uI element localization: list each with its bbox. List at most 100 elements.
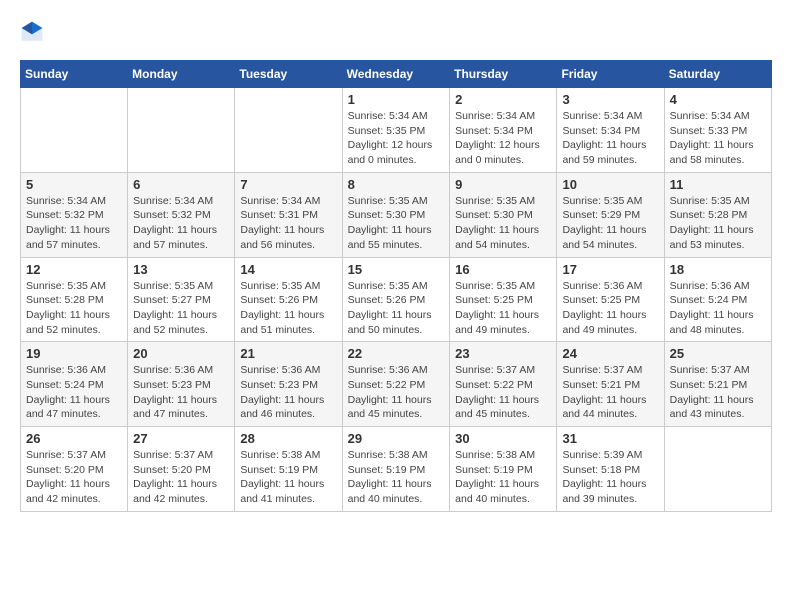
calendar-week-5: 26 Sunrise: 5:37 AMSunset: 5:20 PMDayligh…	[21, 427, 772, 512]
calendar-cell: 25 Sunrise: 5:37 AMSunset: 5:21 PMDayligh…	[664, 342, 771, 427]
day-info: Sunrise: 5:37 AMSunset: 5:22 PMDaylight:…	[455, 363, 551, 422]
calendar-cell: 4Sunrise: 5:34 AMSunset: 5:33 PMDaylight…	[664, 88, 771, 173]
day-info: Sunrise: 5:34 AMSunset: 5:35 PMDaylight:…	[348, 109, 445, 168]
calendar-cell: 6 Sunrise: 5:34 AMSunset: 5:32 PMDaylight…	[128, 172, 235, 257]
day-header-sunday: Sunday	[21, 61, 128, 88]
calendar-cell: 5Sunrise: 5:34 AMSunset: 5:32 PMDaylight…	[21, 172, 128, 257]
calendar-week-4: 19Sunrise: 5:36 AMSunset: 5:24 PMDayligh…	[21, 342, 772, 427]
day-number: 16	[455, 262, 551, 277]
days-header-row: SundayMondayTuesdayWednesdayThursdayFrid…	[21, 61, 772, 88]
day-number: 1	[348, 92, 445, 107]
calendar-table: SundayMondayTuesdayWednesdayThursdayFrid…	[20, 60, 772, 512]
day-number: 11	[670, 177, 766, 192]
day-info: Sunrise: 5:36 AMSunset: 5:23 PMDaylight:…	[240, 363, 336, 422]
calendar-cell: 19Sunrise: 5:36 AMSunset: 5:24 PMDayligh…	[21, 342, 128, 427]
day-info: Sunrise: 5:34 AMSunset: 5:31 PMDaylight:…	[240, 194, 336, 253]
day-number: 7	[240, 177, 336, 192]
day-number: 31	[562, 431, 658, 446]
day-number: 24	[562, 346, 658, 361]
day-info: Sunrise: 5:38 AMSunset: 5:19 PMDaylight:…	[348, 448, 445, 507]
day-info: Sunrise: 5:35 AMSunset: 5:28 PMDaylight:…	[670, 194, 766, 253]
calendar-cell: 16 Sunrise: 5:35 AMSunset: 5:25 PMDayligh…	[450, 257, 557, 342]
calendar-cell: 22 Sunrise: 5:36 AMSunset: 5:22 PMDayligh…	[342, 342, 450, 427]
day-info: Sunrise: 5:37 AMSunset: 5:21 PMDaylight:…	[562, 363, 658, 422]
day-number: 30	[455, 431, 551, 446]
day-header-monday: Monday	[128, 61, 235, 88]
day-number: 9	[455, 177, 551, 192]
day-info: Sunrise: 5:34 AMSunset: 5:32 PMDaylight:…	[26, 194, 122, 253]
day-info: Sunrise: 5:35 AMSunset: 5:30 PMDaylight:…	[348, 194, 445, 253]
day-number: 17	[562, 262, 658, 277]
calendar-cell: 28Sunrise: 5:38 AMSunset: 5:19 PMDayligh…	[235, 427, 342, 512]
logo-icon	[20, 20, 44, 44]
day-number: 26	[26, 431, 122, 446]
day-info: Sunrise: 5:39 AMSunset: 5:18 PMDaylight:…	[562, 448, 658, 507]
day-number: 25	[670, 346, 766, 361]
calendar-cell: 27 Sunrise: 5:37 AMSunset: 5:20 PMDayligh…	[128, 427, 235, 512]
day-info: Sunrise: 5:34 AMSunset: 5:34 PMDaylight:…	[455, 109, 551, 168]
calendar-cell: 10Sunrise: 5:35 AMSunset: 5:29 PMDayligh…	[557, 172, 664, 257]
day-info: Sunrise: 5:37 AMSunset: 5:20 PMDaylight:…	[133, 448, 229, 507]
calendar-cell: 23Sunrise: 5:37 AMSunset: 5:22 PMDayligh…	[450, 342, 557, 427]
day-number: 8	[348, 177, 445, 192]
day-info: Sunrise: 5:36 AMSunset: 5:25 PMDaylight:…	[562, 279, 658, 338]
day-info: Sunrise: 5:38 AMSunset: 5:19 PMDaylight:…	[240, 448, 336, 507]
calendar-cell: 30 Sunrise: 5:38 AMSunset: 5:19 PMDayligh…	[450, 427, 557, 512]
calendar-cell: 15 Sunrise: 5:35 AMSunset: 5:26 PMDayligh…	[342, 257, 450, 342]
day-number: 4	[670, 92, 766, 107]
calendar-cell	[128, 88, 235, 173]
day-info: Sunrise: 5:35 AMSunset: 5:28 PMDaylight:…	[26, 279, 122, 338]
header	[20, 20, 772, 44]
day-header-friday: Friday	[557, 61, 664, 88]
calendar-cell	[21, 88, 128, 173]
day-number: 14	[240, 262, 336, 277]
calendar-cell: 13 Sunrise: 5:35 AMSunset: 5:27 PMDayligh…	[128, 257, 235, 342]
day-info: Sunrise: 5:35 AMSunset: 5:25 PMDaylight:…	[455, 279, 551, 338]
calendar-week-2: 5Sunrise: 5:34 AMSunset: 5:32 PMDaylight…	[21, 172, 772, 257]
calendar-cell: 7 Sunrise: 5:34 AMSunset: 5:31 PMDaylight…	[235, 172, 342, 257]
calendar-cell: 8 Sunrise: 5:35 AMSunset: 5:30 PMDaylight…	[342, 172, 450, 257]
day-info: Sunrise: 5:36 AMSunset: 5:22 PMDaylight:…	[348, 363, 445, 422]
day-number: 29	[348, 431, 445, 446]
day-number: 2	[455, 92, 551, 107]
day-number: 3	[562, 92, 658, 107]
day-info: Sunrise: 5:35 AMSunset: 5:29 PMDaylight:…	[562, 194, 658, 253]
calendar-cell: 11 Sunrise: 5:35 AMSunset: 5:28 PMDayligh…	[664, 172, 771, 257]
day-number: 18	[670, 262, 766, 277]
calendar-cell: 20Sunrise: 5:36 AMSunset: 5:23 PMDayligh…	[128, 342, 235, 427]
calendar-cell: 18 Sunrise: 5:36 AMSunset: 5:24 PMDayligh…	[664, 257, 771, 342]
day-number: 12	[26, 262, 122, 277]
day-info: Sunrise: 5:35 AMSunset: 5:27 PMDaylight:…	[133, 279, 229, 338]
calendar-cell: 9Sunrise: 5:35 AMSunset: 5:30 PMDaylight…	[450, 172, 557, 257]
calendar-cell: 12 Sunrise: 5:35 AMSunset: 5:28 PMDayligh…	[21, 257, 128, 342]
calendar-cell: 1 Sunrise: 5:34 AMSunset: 5:35 PMDaylight…	[342, 88, 450, 173]
day-number: 13	[133, 262, 229, 277]
day-info: Sunrise: 5:37 AMSunset: 5:20 PMDaylight:…	[26, 448, 122, 507]
day-info: Sunrise: 5:36 AMSunset: 5:24 PMDaylight:…	[670, 279, 766, 338]
day-header-tuesday: Tuesday	[235, 61, 342, 88]
calendar-cell: 21Sunrise: 5:36 AMSunset: 5:23 PMDayligh…	[235, 342, 342, 427]
day-number: 6	[133, 177, 229, 192]
day-info: Sunrise: 5:37 AMSunset: 5:21 PMDaylight:…	[670, 363, 766, 422]
day-info: Sunrise: 5:34 AMSunset: 5:32 PMDaylight:…	[133, 194, 229, 253]
logo	[20, 20, 48, 44]
calendar-header: SundayMondayTuesdayWednesdayThursdayFrid…	[21, 61, 772, 88]
day-info: Sunrise: 5:35 AMSunset: 5:26 PMDaylight:…	[348, 279, 445, 338]
day-number: 20	[133, 346, 229, 361]
day-number: 15	[348, 262, 445, 277]
calendar-cell: 26 Sunrise: 5:37 AMSunset: 5:20 PMDayligh…	[21, 427, 128, 512]
page-container: SundayMondayTuesdayWednesdayThursdayFrid…	[0, 0, 792, 522]
day-info: Sunrise: 5:38 AMSunset: 5:19 PMDaylight:…	[455, 448, 551, 507]
calendar-body: 1 Sunrise: 5:34 AMSunset: 5:35 PMDaylight…	[21, 88, 772, 512]
day-header-wednesday: Wednesday	[342, 61, 450, 88]
calendar-cell: 2 Sunrise: 5:34 AMSunset: 5:34 PMDaylight…	[450, 88, 557, 173]
calendar-cell: 17 Sunrise: 5:36 AMSunset: 5:25 PMDayligh…	[557, 257, 664, 342]
calendar-cell: 29 Sunrise: 5:38 AMSunset: 5:19 PMDayligh…	[342, 427, 450, 512]
day-number: 19	[26, 346, 122, 361]
calendar-cell: 24 Sunrise: 5:37 AMSunset: 5:21 PMDayligh…	[557, 342, 664, 427]
day-number: 22	[348, 346, 445, 361]
calendar-cell	[235, 88, 342, 173]
calendar-cell: 14Sunrise: 5:35 AMSunset: 5:26 PMDayligh…	[235, 257, 342, 342]
calendar-cell	[664, 427, 771, 512]
day-number: 27	[133, 431, 229, 446]
